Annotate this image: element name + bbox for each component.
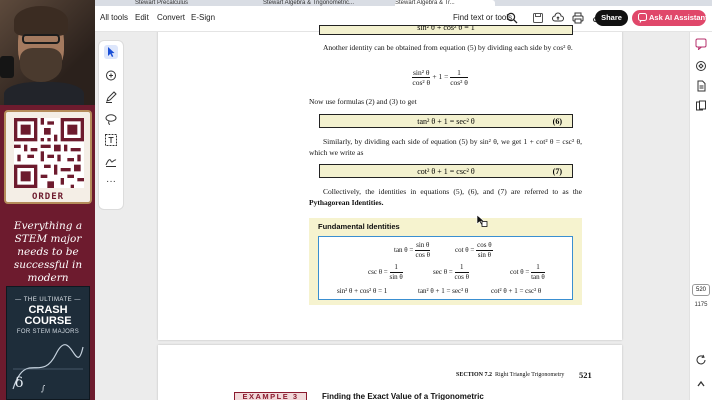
pythagorean-identities-term: Pythagorean Identities.	[309, 197, 384, 207]
equation-box-6: tan² θ + 1 = sec² θ (6)	[319, 114, 573, 128]
example-title: Finding the Exact Value of a Trigonometr…	[322, 392, 484, 400]
promo-column: ORDER Everything a STEM major needs to b…	[0, 0, 95, 400]
document-viewer[interactable]: ···	[95, 32, 689, 400]
identity-cot: cot θ = cos θ sin θ	[455, 241, 493, 259]
draw-freeform-icon[interactable]	[104, 112, 118, 126]
book-cover: — THE ULTIMATE — CRASH COURSE FOR STEM M…	[6, 286, 90, 400]
paragraph-divide-sin: Similarly, by dividing each side of equa…	[309, 137, 582, 157]
add-text-icon[interactable]	[104, 133, 118, 147]
microphone-icon	[0, 56, 14, 78]
menu-edit[interactable]: Edit	[135, 13, 149, 22]
pages-icon[interactable]	[695, 100, 707, 112]
webcam-feed	[0, 0, 95, 105]
quick-tools-panel: ···	[98, 40, 124, 210]
select-cursor-icon[interactable]	[104, 45, 118, 59]
svg-text:∫: ∫	[41, 384, 46, 393]
svg-text:δ: δ	[15, 375, 23, 391]
menu-esign[interactable]: E-Sign	[191, 13, 215, 22]
qr-code	[14, 118, 84, 188]
mouse-pointer-icon	[476, 214, 488, 227]
total-pages: 1175	[694, 302, 708, 308]
order-label: ORDER	[31, 192, 65, 202]
equation-7: cot² θ + 1 = csc² θ	[417, 167, 475, 176]
paragraph-pythagorean: Collectively, the identities in equation…	[309, 187, 582, 207]
highlight-pen-icon[interactable]	[104, 90, 118, 104]
running-footer: SECTION 7.2 Right Triangle Trigonometry	[456, 372, 565, 378]
equation-6-number: (6)	[552, 117, 562, 126]
right-rail: 520 1175	[689, 32, 712, 400]
page-number: 521	[579, 370, 592, 380]
book-title: CRASH COURSE	[24, 304, 72, 327]
fundamental-identities-title: Fundamental Identities	[318, 222, 400, 231]
ask-ai-assistant-label: Ask AI Assistant	[649, 13, 708, 22]
menu-all-tools[interactable]: All tools	[100, 13, 128, 22]
upload-cloud-icon[interactable]	[552, 12, 564, 24]
book-top-line: — THE ULTIMATE —	[15, 297, 81, 303]
example-label: EXAMPLE 3	[234, 392, 307, 400]
print-icon[interactable]	[572, 12, 584, 24]
menu-convert[interactable]: Convert	[157, 13, 185, 22]
equation-box-7: cot² θ + 1 = csc² θ (7)	[319, 164, 573, 178]
display-equation: sin² θ cos² θ + 1 = 1 cos² θ	[412, 68, 468, 87]
equation-5-partial: sin² θ + cos² θ = 1	[417, 25, 475, 32]
more-tools-icon[interactable]: ···	[104, 175, 118, 189]
comment-panel-icon[interactable]	[695, 38, 707, 50]
identity-cot-tan: cot θ = 1 tan θ	[510, 263, 545, 281]
paragraph-divide-cos: Another identity can be obtained from eq…	[323, 43, 573, 52]
identity-csc: csc θ = 1 sin θ	[368, 263, 403, 281]
qr-order-card: ORDER	[4, 110, 92, 204]
identity-sec: sec θ = 1 cos θ	[433, 263, 469, 281]
fundamental-identities-box: tan θ = sin θ cos θ cot θ = cos θ sin θ cs…	[318, 236, 573, 300]
add-comment-icon[interactable]	[104, 69, 118, 83]
identity-pythagorean-3: cot² θ + 1 = csc² θ	[491, 287, 542, 295]
refresh-icon[interactable]	[695, 354, 707, 366]
sign-icon[interactable]	[104, 154, 118, 168]
current-page-input[interactable]: 520	[692, 284, 710, 296]
equation-box-5: sin² θ + cos² θ = 1	[319, 25, 573, 35]
paragraph-use-formulas: Now use formulas (2) and (3) to get	[309, 97, 417, 106]
find-text-label[interactable]: Find text or tools	[453, 13, 512, 22]
scroll-up-icon[interactable]	[695, 378, 707, 390]
search-icon[interactable]	[506, 12, 518, 24]
share-button[interactable]: Share	[595, 10, 628, 26]
book-subtitle: FOR STEM MAJORS	[16, 329, 80, 335]
book-graph-art: δ ∫	[12, 344, 84, 393]
identity-pythagorean-1: sin² θ + cos² θ = 1	[337, 287, 388, 295]
bookmark-icon[interactable]	[695, 60, 707, 72]
save-icon[interactable]	[532, 12, 544, 24]
fundamental-identities-panel: Fundamental Identities tan θ = sin θ cos …	[309, 218, 582, 305]
equation-6: tan² θ + 1 = sec² θ	[417, 117, 475, 126]
ai-sparkle-icon	[638, 13, 647, 23]
document-icon[interactable]	[695, 80, 707, 92]
equation-7-number: (7)	[552, 167, 562, 176]
identity-tan: tan θ = sin θ cos θ	[394, 241, 431, 259]
identity-pythagorean-2: tan² θ + 1 = sec² θ	[418, 287, 469, 295]
ask-ai-assistant-button[interactable]: Ask AI Assistant	[632, 10, 708, 26]
